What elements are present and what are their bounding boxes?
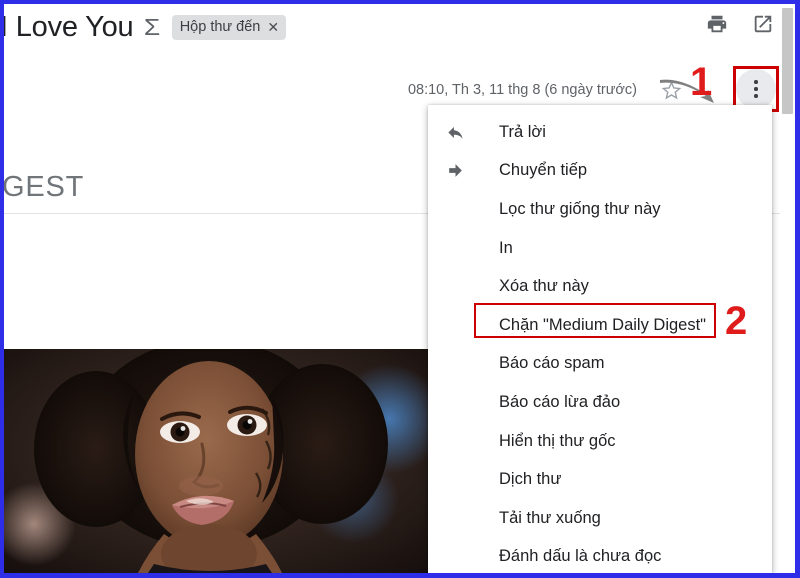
dot-2	[754, 87, 758, 91]
menu-item-label: Hiển thị thư gốc	[499, 431, 616, 450]
menu-item-report-phishing[interactable]: Báo cáo lừa đảo	[428, 383, 772, 422]
dot-3	[754, 94, 758, 98]
menu-item-label: Trả lời	[499, 122, 546, 141]
gmail-message-view: I Love You Σ Hộp thư đến ✕ 08:10, Th 3, …	[4, 4, 795, 573]
label-chip-text: Hộp thư đến	[179, 18, 261, 35]
annotation-number-1: 1	[690, 60, 712, 104]
menu-item-show-original[interactable]: Hiển thị thư gốc	[428, 422, 772, 461]
page-title: I Love You	[4, 11, 134, 43]
thread-sigma-icon: Σ	[144, 13, 161, 40]
menu-item-label: Xóa thư này	[499, 277, 589, 296]
print-icon[interactable]	[706, 13, 728, 35]
message-context-menu: Trả lời Chuyển tiếp Lọc thư giống thư nà…	[428, 105, 772, 573]
blue-image-border: I Love You Σ Hộp thư đến ✕ 08:10, Th 3, …	[0, 0, 800, 578]
menu-item-download[interactable]: Tải thư xuống	[428, 499, 772, 538]
menu-item-forward[interactable]: Chuyển tiếp	[428, 152, 772, 191]
close-icon[interactable]: ✕	[267, 20, 279, 34]
more-vertical-icon[interactable]	[736, 69, 776, 109]
menu-item-reply[interactable]: Trả lời	[428, 113, 772, 152]
menu-item-print[interactable]: In	[428, 229, 772, 268]
message-hero-photo	[4, 349, 429, 573]
menu-item-mark-unread[interactable]: Đánh dấu là chưa đọc	[428, 538, 772, 573]
annotation-number-2: 2	[725, 299, 748, 343]
menu-item-delete[interactable]: Xóa thư này	[428, 267, 772, 306]
subject-row: I Love You Σ Hộp thư đến ✕	[4, 10, 287, 44]
menu-item-translate[interactable]: Dịch thư	[428, 460, 772, 499]
message-timestamp: 08:10, Th 3, 11 thg 8 (6 ngày trước)	[407, 82, 637, 98]
scrollbar-thumb[interactable]	[782, 8, 793, 114]
message-meta-row: 08:10, Th 3, 11 thg 8 (6 ngày trước)	[407, 66, 779, 112]
menu-item-label: Lọc thư giống thư này	[499, 199, 661, 218]
menu-item-label: Chặn "Medium Daily Digest"	[499, 315, 707, 334]
menu-item-label: In	[499, 238, 513, 257]
menu-item-filter-similar[interactable]: Lọc thư giống thư này	[428, 190, 772, 229]
reply-icon	[446, 123, 476, 142]
header-actions	[706, 13, 774, 35]
menu-item-label: Đánh dấu là chưa đọc	[499, 547, 662, 566]
forward-icon	[446, 161, 476, 180]
menu-item-label: Báo cáo spam	[499, 354, 605, 373]
label-chip-inbox[interactable]: Hộp thư đến ✕	[171, 14, 287, 40]
message-body-heading: GEST	[4, 171, 85, 203]
menu-item-label: Chuyển tiếp	[499, 161, 588, 180]
menu-item-label: Báo cáo lừa đảo	[499, 392, 621, 411]
menu-item-label: Tải thư xuống	[499, 508, 601, 527]
menu-item-report-spam[interactable]: Báo cáo spam	[428, 345, 772, 384]
open-in-new-window-icon[interactable]	[752, 13, 774, 35]
vertical-scrollbar[interactable]	[780, 4, 795, 573]
menu-item-label: Dịch thư	[499, 470, 562, 489]
menu-item-block-sender[interactable]: Chặn "Medium Daily Digest"	[428, 306, 772, 345]
dot-1	[754, 80, 758, 84]
